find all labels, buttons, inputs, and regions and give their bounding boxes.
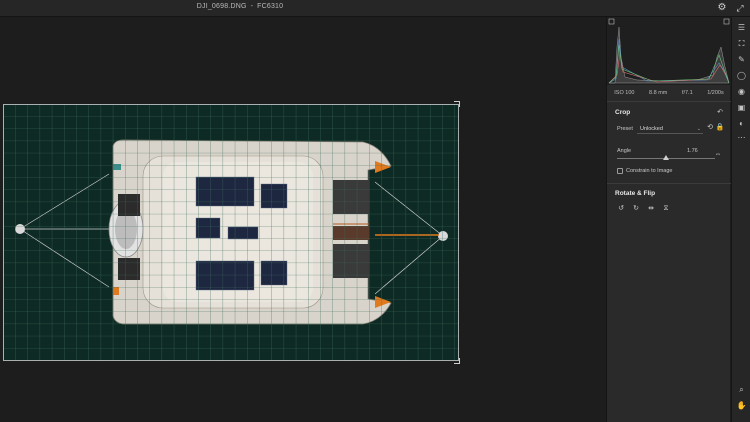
presets-icon[interactable]: ▣ [734, 101, 749, 114]
constrain-checkbox[interactable] [617, 168, 623, 174]
exif-info: ISO 100 8.8 mm f/7.1 1/200s [607, 87, 731, 99]
preset-value: Unlocked [640, 126, 663, 132]
healing-brush-icon[interactable]: ✎ [734, 53, 749, 66]
angle-value[interactable]: 1.76 [687, 148, 698, 154]
catamaran-image [3, 104, 459, 361]
histogram [607, 17, 731, 85]
tool-rail: ☰ ⛶ ✎ ◯ ◉ ▣ ◐ ⋯ ⌕ ✋ [731, 17, 750, 422]
crop-handle-top-right[interactable] [454, 101, 460, 107]
mask-circle-icon[interactable]: ◯ [734, 69, 749, 82]
more-icon[interactable]: ⋯ [734, 131, 749, 144]
hand-icon[interactable]: ✋ [734, 399, 749, 412]
angle-label: Angle [617, 148, 632, 154]
aperture-value: f/7.1 [681, 90, 693, 96]
crop-handle-bottom-right[interactable] [454, 358, 460, 364]
flip-horizontal-icon[interactable]: ⇹ [646, 204, 656, 214]
shutter-value: 1/200s [707, 90, 724, 96]
image-canvas[interactable] [0, 17, 606, 422]
angle-slider-thumb[interactable] [663, 155, 669, 160]
rotate-right-icon[interactable]: ↻ [631, 204, 641, 214]
rotate-crop-icon[interactable]: ⟲ [705, 123, 715, 133]
edit-panel: ISO 100 8.8 mm f/7.1 1/200s Crop ↶ Prese… [606, 17, 731, 422]
focal-length-value: 8.8 mm [649, 90, 668, 96]
photo-preview[interactable] [3, 104, 459, 361]
divider [607, 183, 731, 184]
sliders-icon[interactable]: ☰ [734, 21, 749, 34]
title-separator: - [250, 3, 254, 10]
preset-dropdown[interactable]: Unlocked ⌄ [637, 124, 703, 134]
rotate-left-icon[interactable]: ↺ [616, 204, 626, 214]
zoom-icon[interactable]: ⌕ [734, 383, 749, 396]
versions-icon[interactable]: ◐ [734, 117, 749, 130]
lock-icon[interactable]: 🔒 [715, 123, 725, 133]
reset-crop-icon[interactable]: ↶ [715, 108, 725, 118]
window-title: DJI_0698.DNG - FC6310 [0, 3, 480, 10]
constrain-label: Constrain to Image [626, 168, 673, 174]
divider [607, 101, 731, 102]
gear-icon[interactable]: ⚙ [716, 2, 728, 14]
camera-model: FC6310 [257, 3, 284, 10]
file-name: DJI_0698.DNG [196, 3, 247, 10]
iso-value: ISO 100 [614, 90, 635, 96]
preset-label: Preset [617, 126, 633, 132]
crop-icon[interactable]: ⛶ [734, 37, 749, 50]
chevron-down-icon: ⌄ [696, 126, 701, 132]
rotate-section-title: Rotate & Flip [615, 190, 656, 197]
red-eye-icon[interactable]: ◉ [734, 85, 749, 98]
title-bar: DJI_0698.DNG - FC6310 ⚙ ⤢ [0, 0, 750, 17]
expand-icon[interactable]: ⤢ [734, 2, 746, 14]
crop-section-title: Crop [615, 109, 631, 116]
flip-vertical-icon[interactable]: ⧖ [661, 204, 671, 214]
